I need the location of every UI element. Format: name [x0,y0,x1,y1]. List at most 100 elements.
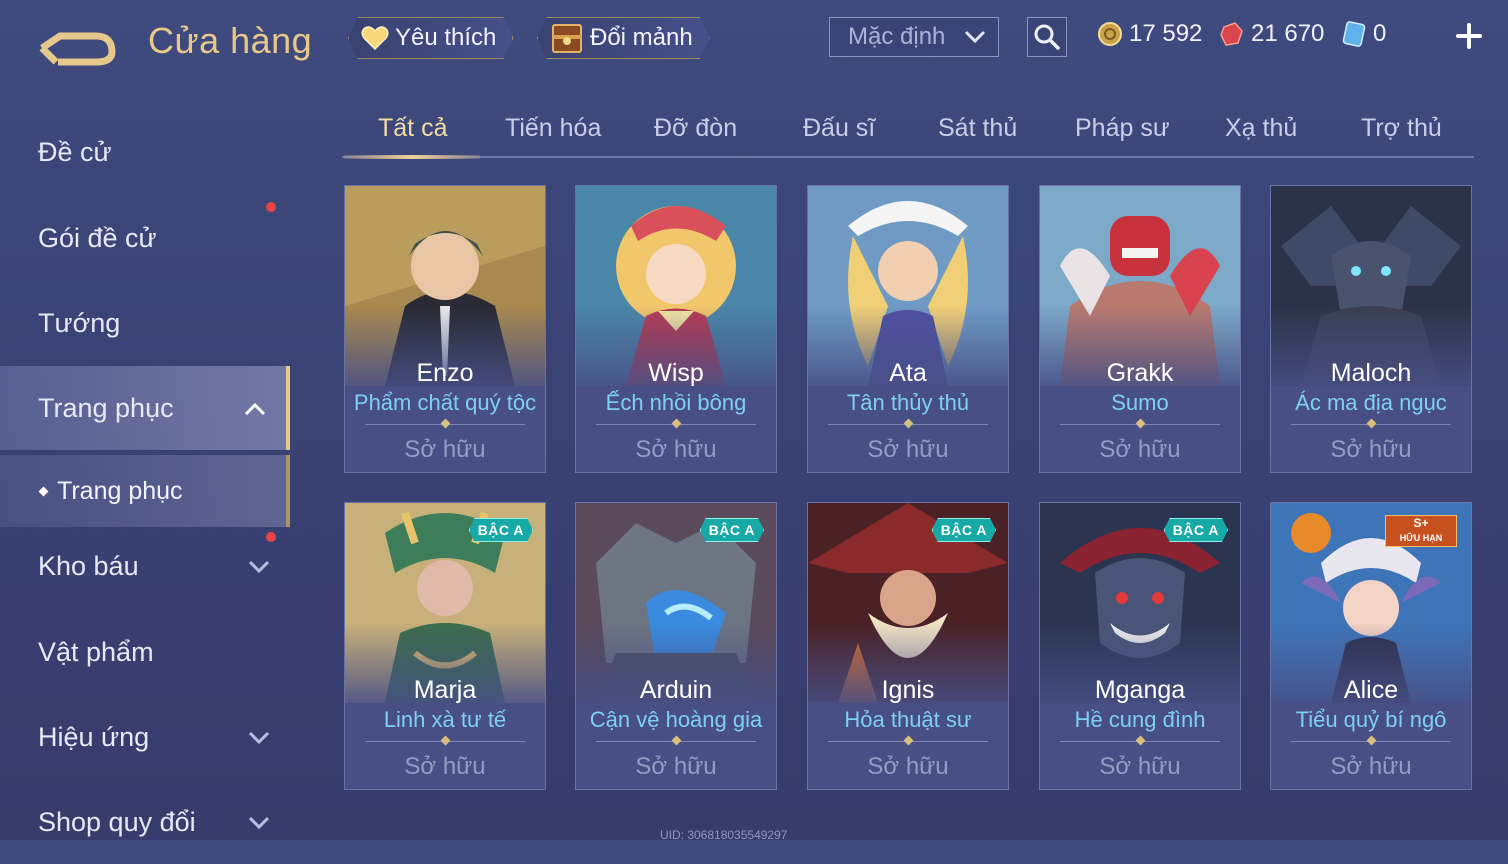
bullet-icon [38,486,49,496]
skin-name: Hỏa thuật sư [844,707,972,732]
skin-card[interactable]: Grakk Sumo Sở hữu [1039,185,1241,473]
chevron-up-icon [244,402,266,416]
tier-badge-label: S+ [1413,516,1429,530]
owned-status: Sở hữu [1330,753,1412,780]
hero-name: Enzo [416,359,474,387]
hero-name: Wisp [648,359,704,387]
fragment-exchange-label: Đổi mảnh [590,24,693,51]
category-tabs: Tất cả Tiến hóa Đỡ đòn Đấu sĩ Sát thủ Ph… [342,104,1474,159]
back-arrow-icon[interactable] [38,22,118,68]
skin-name: Tiểu quỷ bí ngô [1295,707,1447,732]
tab-marksman[interactable]: Xạ thủ [1225,114,1297,143]
skin-card[interactable]: BẬC A Marja Linh xà tư tế Sở hữu [344,502,546,790]
voucher-value: 0 [1373,20,1387,47]
owned-status: Sở hữu [1099,436,1181,463]
sidebar-item-skins[interactable]: Trang phục [0,366,290,450]
skin-card[interactable]: Maloch Ác ma địa ngục Sở hữu [1270,185,1472,473]
divider-gem-icon [1366,735,1377,746]
notification-dot [266,202,276,212]
owned-status: Sở hữu [1330,436,1412,463]
tab-tank[interactable]: Đỡ đòn [654,114,737,143]
hero-name: Maloch [1330,359,1412,387]
chevron-down-icon [248,560,270,574]
chevron-down-icon [964,30,986,44]
ruby-balance: 21 670 [1219,20,1324,48]
sidebar-item-heroes[interactable]: Tướng [0,281,290,365]
tier-badge-limited: S+ HỮU HẠN [1385,515,1457,547]
skin-name: Ác ma địa ngục [1295,390,1447,415]
tab-fighter[interactable]: Đấu sĩ [803,114,875,143]
add-currency-plus-icon[interactable] [1453,20,1485,52]
active-tab-indicator [344,155,480,159]
sidebar-item-label: Gói đề cử [38,222,157,253]
tab-support[interactable]: Trợ thủ [1361,114,1442,143]
hero-name: Mganga [1094,676,1186,704]
tab-all[interactable]: Tất cả [378,114,447,143]
skin-name: Linh xà tư tế [383,707,507,732]
sidebar-item-treasure[interactable]: Kho báu [0,524,290,608]
gold-balance: 17 592 [1097,20,1202,48]
tier-badge: BẬC A [469,518,533,542]
sidebar-subitem-label: Trang phục [57,476,183,505]
gold-coin-icon [1098,22,1122,46]
skin-card[interactable]: Ata Tân thủy thủ Sở hữu [807,185,1009,473]
limited-label: HỮU HẠN [1399,533,1443,543]
sidebar-item-exchange-shop[interactable]: Shop quy đổi [0,780,290,864]
skin-name: Phẩm chất quý tộc [353,390,537,415]
sidebar-item-label: Đề cử [38,136,112,167]
fragment-exchange-button[interactable]: Đổi mảnh [537,17,710,59]
divider-gem-icon [440,735,451,746]
skin-card[interactable]: S+ HỮU HẠN Alice Tiểu quỷ bí ngô Sở hữu [1270,502,1472,790]
owned-status: Sở hữu [404,436,486,463]
divider-gem-icon [1135,735,1146,746]
skin-card[interactable]: BẬC A Arduin Cận vệ hoàng gia Sở hữu [575,502,777,790]
gold-value: 17 592 [1129,20,1203,47]
owned-status: Sở hữu [867,436,949,463]
tier-badge: BẬC A [700,518,764,542]
sidebar: Đề cử Gói đề cử Tướng Trang phục Trang p… [0,100,292,840]
skin-name: Cận vệ hoàng gia [589,707,763,732]
owned-status: Sở hữu [1099,753,1181,780]
sidebar-item-items[interactable]: Vật phẩm [0,610,290,694]
owned-status: Sở hữu [635,753,717,780]
tab-assassin[interactable]: Sát thủ [938,114,1017,143]
sidebar-item-label: Vật phẩm [38,636,154,667]
divider-gem-icon [440,418,451,429]
sidebar-item-label: Kho báu [38,550,139,581]
sidebar-item-label: Shop quy đổi [38,806,196,837]
skin-card[interactable]: BẬC A Mganga Hề cung đình Sở hữu [1039,502,1241,790]
hero-name: Grakk [1106,359,1174,387]
heart-icon [361,25,389,51]
sort-dropdown[interactable]: Mặc định [829,17,999,57]
hero-name: Ignis [881,676,935,704]
search-icon [1034,24,1060,50]
divider-gem-icon [671,735,682,746]
favorites-label: Yêu thích [395,24,497,51]
hero-name: Arduin [639,676,713,704]
ruby-value: 21 670 [1251,20,1325,47]
chevron-down-icon [248,731,270,745]
sidebar-item-effects[interactable]: Hiệu ứng [0,695,290,779]
search-button[interactable] [1027,17,1067,57]
tier-badge: BẬC A [1164,518,1228,542]
skin-name: Hề cung đình [1074,707,1206,732]
skin-name: Tân thủy thủ [846,390,970,415]
divider-gem-icon [671,418,682,429]
skin-card[interactable]: Enzo Phẩm chất quý tộc Sở hữu [344,185,546,473]
skin-card[interactable]: Wisp Ếch nhồi bông Sở hữu [575,185,777,473]
tab-mage[interactable]: Pháp sư [1075,114,1170,143]
hero-name: Ata [889,359,927,387]
divider-gem-icon [903,418,914,429]
sidebar-subitem-skins[interactable]: Trang phục [0,455,290,527]
skin-card[interactable]: BẬC A Ignis Hỏa thuật sư Sở hữu [807,502,1009,790]
sidebar-item-bundles[interactable]: Gói đề cử [0,196,290,280]
tab-evolution[interactable]: Tiến hóa [505,114,601,143]
divider-gem-icon [903,735,914,746]
voucher-card-icon [1342,21,1366,47]
sidebar-item-featured[interactable]: Đề cử [0,110,290,194]
voucher-balance: 0 [1341,20,1386,48]
hero-name: Alice [1343,676,1399,704]
owned-status: Sở hữu [867,753,949,780]
favorites-button[interactable]: Yêu thích [348,17,513,59]
owned-status: Sở hữu [635,436,717,463]
